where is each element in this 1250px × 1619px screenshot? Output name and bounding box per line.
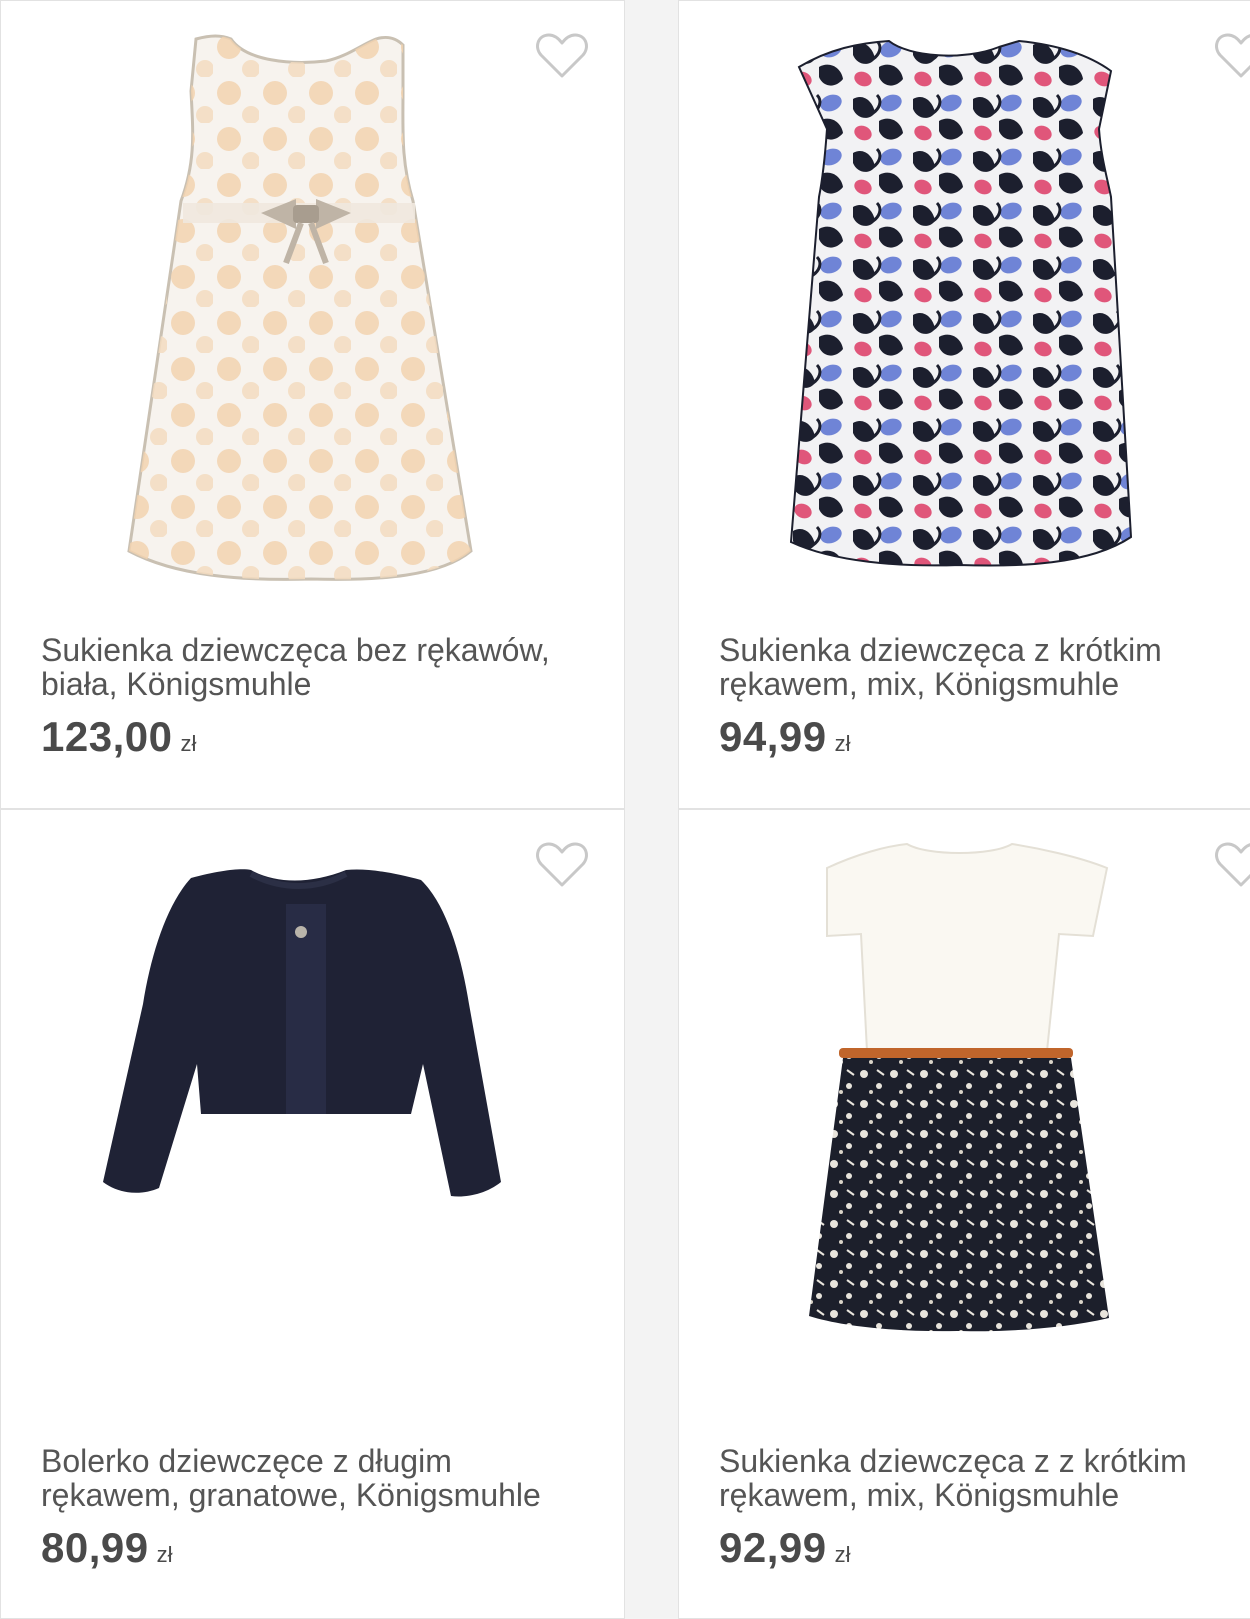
price-currency: zł [834,731,851,756]
product-image[interactable] [121,31,501,591]
price-amount: 92,99 [719,1524,827,1571]
product-image[interactable] [797,826,1137,1336]
product-title[interactable]: Bolerko dziewczęce z długim rękawem, gran… [41,1444,541,1512]
price-amount: 80,99 [41,1524,149,1571]
heart-outline-icon[interactable] [1215,33,1250,79]
price-amount: 94,99 [719,713,827,760]
product-title[interactable]: Sukienka dziewczęca z krótkim rękawem, mi… [719,633,1162,701]
price-currency: zł [834,1542,851,1567]
product-title[interactable]: Sukienka dziewczęca z z krótkim rękawem, … [719,1444,1187,1512]
product-card[interactable]: Sukienka dziewczęca z z krótkim rękawem, … [678,809,1250,1619]
product-price: 94,99 zł [719,713,851,761]
product-price: 80,99 zł [41,1524,173,1572]
product-image[interactable] [789,37,1139,587]
product-card[interactable]: Bolerko dziewczęce z długim rękawem, gran… [0,809,625,1619]
price-currency: zł [156,1542,173,1567]
heart-outline-icon[interactable] [536,842,588,888]
product-price: 123,00 zł [41,713,196,761]
price-currency: zł [180,731,197,756]
product-price: 92,99 zł [719,1524,851,1572]
product-title[interactable]: Sukienka dziewczęca bez rękawów, biała, K… [41,633,550,701]
product-image[interactable] [101,864,521,1214]
price-amount: 123,00 [41,713,173,760]
heart-outline-icon[interactable] [536,33,588,79]
heart-outline-icon[interactable] [1215,842,1250,888]
product-card[interactable]: Sukienka dziewczęca bez rękawów, biała, K… [0,0,625,809]
product-card[interactable]: Sukienka dziewczęca z krótkim rękawem, mi… [678,0,1250,809]
